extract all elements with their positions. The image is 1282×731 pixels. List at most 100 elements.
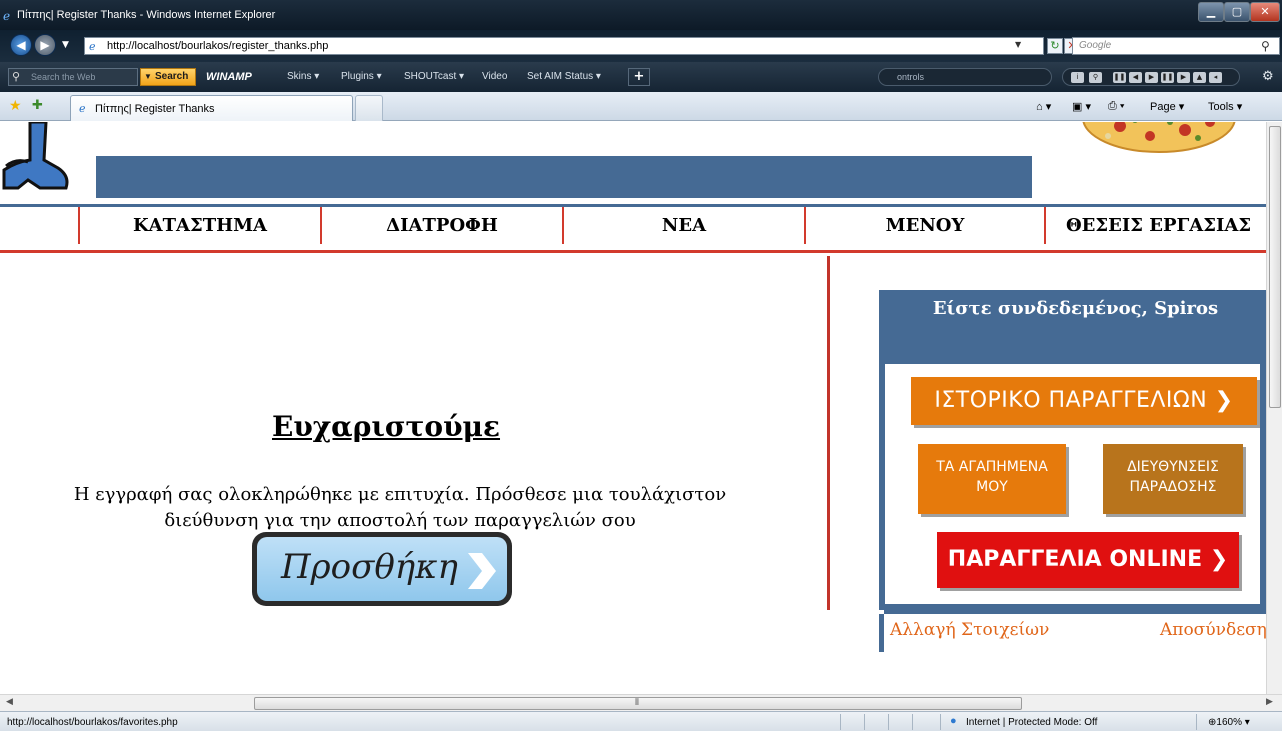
user-panel: Είστε συνδεδεμένος, Spiros ΙΣΤΟΡΙΚΟ ΠΑΡΑ… bbox=[879, 290, 1266, 610]
back-button[interactable]: ◀ bbox=[10, 34, 32, 56]
add-favorites-icon[interactable]: ✚ bbox=[32, 98, 43, 113]
nav-item-nutrition[interactable]: ΔΙΑΤΡΟΦΗ bbox=[320, 207, 562, 244]
web-search-button-label: Search bbox=[155, 71, 189, 82]
favorites-label-line1: ΤΑ ΑΓΑΠΗΜΕΝΑ bbox=[936, 459, 1048, 475]
favorites-star-icon[interactable]: ★ bbox=[9, 98, 22, 114]
controls-label: ontrols bbox=[897, 72, 925, 82]
search-dropdown-icon: ▼ bbox=[144, 72, 152, 81]
status-bar: http://localhost/bourlakos/favorites.php… bbox=[0, 711, 1282, 731]
web-search-button[interactable]: ▼ Search bbox=[140, 68, 196, 86]
settings-gear-icon[interactable]: ⚙ bbox=[1262, 69, 1274, 84]
web-search-icon: ⚲ bbox=[12, 70, 21, 83]
main-navigation: ΚΑΤΑΣΤΗΜΑ ΔΙΑΤΡΟΦΗ ΝΕΑ ΜΕΝΟΥ ΘΕΣΕΙΣ ΕΡΓΑ… bbox=[0, 207, 1266, 253]
security-zone-text: Internet | Protected Mode: Off bbox=[966, 717, 1098, 728]
search-input[interactable]: Google ⚲ bbox=[1072, 37, 1280, 55]
nav-item-menu[interactable]: ΜΕΝΟΥ bbox=[804, 207, 1044, 244]
user-panel-footer-border bbox=[879, 614, 884, 652]
maximize-button[interactable]: ▢ bbox=[1224, 2, 1250, 22]
media-pause-icon[interactable]: ❚❚ bbox=[1113, 72, 1126, 83]
change-details-link[interactable]: Αλλαγή Στοιχείων bbox=[890, 620, 1049, 640]
chevron-right-icon bbox=[468, 553, 496, 589]
favorites-label-line2: ΜΟΥ bbox=[976, 479, 1008, 495]
addresses-label-line1: ΔΙΕΥΘΥΝΣΕΙΣ bbox=[1127, 459, 1219, 475]
address-field[interactable]: ℯ http://localhost/bourlakos/register_th… bbox=[84, 37, 1044, 55]
search-placeholder: Google bbox=[1079, 40, 1112, 51]
zoom-level[interactable]: ⊕160% ▾ bbox=[1208, 717, 1250, 728]
delivery-addresses-button[interactable]: ΔΙΕΥΘΥΝΣΕΙΣ ΠΑΡΑΔΟΣΗΣ bbox=[1103, 444, 1243, 514]
skins-menu[interactable]: Skins ▾ bbox=[287, 71, 319, 82]
shoutcast-menu[interactable]: SHOUTcast ▾ bbox=[404, 71, 464, 82]
scroll-grip-icon: ⦀ bbox=[635, 698, 639, 708]
registration-message-line1: Η εγγραφή σας ολοκληρώθηκε με επιτυχία. … bbox=[73, 484, 727, 505]
search-icon[interactable]: ⚲ bbox=[1261, 39, 1270, 53]
plugins-menu[interactable]: Plugins ▾ bbox=[341, 71, 382, 82]
web-search-placeholder: Search the Web bbox=[31, 72, 96, 82]
tab-row: ★ ✚ ℯ Πίτπης| Register Thanks ⌂ ▾ ▣ ▾ ⎙ … bbox=[0, 92, 1282, 121]
vertical-scroll-thumb[interactable] bbox=[1269, 126, 1281, 408]
media-play-icon[interactable]: ▶ bbox=[1145, 72, 1158, 83]
aim-status-menu[interactable]: Set AIM Status ▾ bbox=[527, 71, 601, 82]
registration-message: Η εγγραφή σας ολοκληρώθηκε με επιτυχία. … bbox=[30, 482, 770, 534]
address-url[interactable]: http://localhost/bourlakos/register_than… bbox=[107, 40, 328, 52]
horizontal-scrollbar[interactable]: ◀ ⦀ ▶ bbox=[0, 694, 1282, 711]
user-greeting: Είστε συνδεδεμένος, Spiros bbox=[879, 290, 1266, 364]
recent-pages-dropdown-icon[interactable]: ▼ bbox=[62, 40, 69, 50]
refresh-button[interactable]: ↻ bbox=[1047, 38, 1063, 54]
media-eject-icon[interactable]: ▲ bbox=[1193, 72, 1206, 83]
page-title: Ευχαριστούμε bbox=[272, 410, 501, 443]
new-tab-button[interactable] bbox=[355, 95, 383, 121]
media-pause2-icon[interactable]: ❚❚ bbox=[1161, 72, 1174, 83]
add-toolbar-button[interactable]: + bbox=[628, 68, 650, 86]
address-dropdown-icon[interactable]: ▼ bbox=[1015, 40, 1021, 49]
video-button[interactable]: Video bbox=[482, 71, 507, 82]
status-separator bbox=[840, 714, 841, 730]
scroll-left-arrow-icon[interactable]: ◀ bbox=[6, 697, 13, 707]
favorites-button[interactable]: ΤΑ ΑΓΑΠΗΜΕΝΑ ΜΟΥ bbox=[918, 444, 1066, 514]
web-page: ΚΑΤΑΣΤΗΜΑ ΔΙΑΤΡΟΦΗ ΝΕΑ ΜΕΝΟΥ ΘΕΣΕΙΣ ΕΡΓΑ… bbox=[0, 122, 1266, 694]
add-address-button[interactable]: Προσθήκη bbox=[252, 532, 512, 606]
nav-item-jobs[interactable]: ΘΕΣΕΙΣ ΕΡΓΑΣΙΑΣ bbox=[1044, 207, 1266, 244]
nav-item-news[interactable]: ΝΕΑ bbox=[562, 207, 804, 244]
controls-search-field[interactable]: ontrols bbox=[878, 68, 1052, 86]
scroll-right-arrow-icon[interactable]: ▶ bbox=[1266, 697, 1273, 707]
status-separator bbox=[912, 714, 913, 730]
media-next-icon[interactable]: ▶ bbox=[1177, 72, 1190, 83]
window-title: Πίτπης| Register Thanks - Windows Intern… bbox=[17, 9, 276, 21]
tab-ie-icon: ℯ bbox=[79, 102, 86, 115]
forward-button[interactable]: ▶ bbox=[34, 34, 56, 56]
feeds-icon[interactable]: ▣ ▾ bbox=[1072, 100, 1091, 113]
close-window-button[interactable]: ✕ bbox=[1250, 2, 1280, 22]
minimize-button[interactable]: ▁ bbox=[1198, 2, 1224, 22]
tab-register-thanks[interactable]: ℯ Πίτπης| Register Thanks bbox=[70, 95, 353, 121]
media-info-icon[interactable]: i bbox=[1071, 72, 1084, 83]
home-icon[interactable]: ⌂ ▾ bbox=[1036, 100, 1051, 113]
status-text: http://localhost/bourlakos/favorites.php bbox=[7, 717, 178, 728]
media-volume-icon[interactable]: ◂ bbox=[1209, 72, 1222, 83]
page-menu[interactable]: Page ▾ bbox=[1150, 100, 1184, 113]
mascot-boot-image bbox=[2, 122, 69, 190]
user-panel-footer: Αλλαγή Στοιχείων Αποσύνδεση bbox=[879, 610, 1266, 652]
media-controls: i ⚲ ❚❚ ◀ ▶ ❚❚ ▶ ▲ ◂ bbox=[1062, 68, 1240, 86]
nav-item-store[interactable]: ΚΑΤΑΣΤΗΜΑ bbox=[78, 207, 320, 244]
media-search-icon[interactable]: ⚲ bbox=[1089, 72, 1102, 83]
order-online-button[interactable]: ΠΑΡΑΓΓΕΛΙΑ ONLINE ❯ bbox=[937, 532, 1239, 588]
addresses-label-line2: ΠΑΡΑΔΟΣΗΣ bbox=[1129, 479, 1217, 495]
logout-link[interactable]: Αποσύνδεση bbox=[1160, 620, 1266, 640]
window-titlebar: ℯ Πίτπης| Register Thanks - Windows Inte… bbox=[0, 0, 1282, 30]
status-separator bbox=[1196, 714, 1197, 730]
order-history-button[interactable]: ΙΣΤΟΡΙΚΟ ΠΑΡΑΓΓΕΛΙΩΝ ❯ bbox=[911, 377, 1257, 425]
winamp-button[interactable]: WINAMP bbox=[206, 71, 252, 83]
tools-menu[interactable]: Tools ▾ bbox=[1208, 100, 1242, 113]
content-divider bbox=[827, 256, 830, 610]
add-address-label: Προσθήκη bbox=[281, 547, 458, 587]
print-icon[interactable]: ⎙ ▾ bbox=[1108, 100, 1124, 113]
address-row: ◀ ▶ ▼ ℯ http://localhost/bourlakos/regis… bbox=[0, 30, 1282, 62]
media-prev-icon[interactable]: ◀ bbox=[1129, 72, 1142, 83]
web-search-input[interactable]: ⚲ Search the Web bbox=[8, 68, 138, 86]
registration-message-line2: διεύθυνση για την αποστολή των παραγγελι… bbox=[164, 510, 636, 531]
vertical-scrollbar[interactable] bbox=[1266, 122, 1282, 694]
status-separator bbox=[940, 714, 941, 730]
status-separator bbox=[888, 714, 889, 730]
horizontal-scroll-thumb[interactable]: ⦀ bbox=[254, 697, 1022, 710]
status-separator bbox=[864, 714, 865, 730]
